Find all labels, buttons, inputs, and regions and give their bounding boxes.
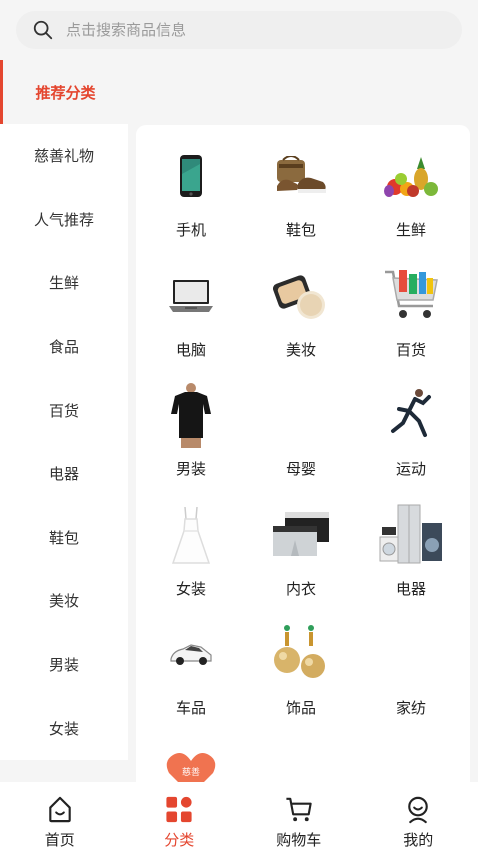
cosmetics-image <box>268 263 334 329</box>
category-computer[interactable]: 电脑 <box>136 263 246 383</box>
category-accessories[interactable]: 饰品 <box>246 621 356 741</box>
sidebar-item-food[interactable]: 食品 <box>0 314 128 379</box>
tab-cart[interactable]: 购物车 <box>239 782 359 850</box>
car-image <box>158 621 224 687</box>
bottom-tab-bar: 首页 分类 购物车 我的 <box>0 782 478 850</box>
appliances-image <box>378 502 444 568</box>
charity-heart-image: 慈善 <box>158 741 224 782</box>
dress-image <box>158 502 224 568</box>
home-textiles-image <box>378 621 444 687</box>
sidebar-item-charity-gifts[interactable]: 慈善礼物 <box>0 124 128 188</box>
category-mother-baby[interactable]: 母婴 <box>246 382 356 502</box>
sidebar-item-womenswear[interactable]: 女装 <box>0 696 128 760</box>
earrings-image <box>268 621 334 687</box>
category-charity[interactable]: 慈善 <box>136 741 246 782</box>
tab-category[interactable]: 分类 <box>120 782 240 850</box>
sidebar-item-fresh[interactable]: 生鲜 <box>0 251 128 315</box>
phone-image <box>158 143 224 209</box>
sidebar-item-recommended[interactable]: 推荐分类 <box>0 60 128 124</box>
sidebar-item-shoes-bags[interactable]: 鞋包 <box>0 505 128 570</box>
mother-baby-image <box>268 382 334 448</box>
sidebar-item-menswear[interactable]: 男装 <box>0 632 128 697</box>
category-grid-panel: 手机 鞋包 生鲜 电脑 美妆 百货 男装 母婴 运动 女装 内衣 电器 车品 饰… <box>136 125 470 782</box>
category-shoes-bags[interactable]: 鞋包 <box>246 143 356 263</box>
search-input[interactable] <box>66 21 426 39</box>
sidebar-item-beauty[interactable]: 美妆 <box>0 569 128 633</box>
category-menswear[interactable]: 男装 <box>136 382 246 502</box>
category-womenswear[interactable]: 女装 <box>136 502 246 622</box>
category-sports[interactable]: 运动 <box>356 382 466 502</box>
sidebar-item-general[interactable]: 百货 <box>0 378 128 442</box>
sidebar-item-appliances[interactable]: 电器 <box>0 441 128 506</box>
category-fresh[interactable]: 生鲜 <box>356 143 466 263</box>
category-sidebar: 推荐分类 慈善礼物 人气推荐 生鲜 食品 百货 电器 鞋包 美妆 男装 女装 <box>0 60 128 782</box>
tab-home[interactable]: 首页 <box>0 782 120 850</box>
search-icon <box>33 20 53 40</box>
category-icon <box>166 796 192 823</box>
fruit-image <box>378 143 444 209</box>
sidebar-item-popular[interactable]: 人气推荐 <box>0 187 128 252</box>
laptop-image <box>158 263 224 329</box>
category-car-products[interactable]: 车品 <box>136 621 246 741</box>
category-beauty[interactable]: 美妆 <box>246 263 356 383</box>
shopping-cart-image <box>378 263 444 329</box>
category-appliances[interactable]: 电器 <box>356 502 466 622</box>
category-underwear[interactable]: 内衣 <box>246 502 356 622</box>
search-bar[interactable] <box>16 11 462 49</box>
underwear-image <box>268 502 334 568</box>
svg-text:慈善: 慈善 <box>182 766 200 778</box>
tshirt-image <box>158 382 224 449</box>
home-icon <box>48 796 71 823</box>
runner-image <box>378 382 444 448</box>
category-home-textiles[interactable]: 家纺 <box>356 621 466 741</box>
category-general[interactable]: 百货 <box>356 263 466 383</box>
cart-icon <box>286 797 312 822</box>
shoes-bag-image <box>268 143 334 209</box>
profile-icon <box>408 796 429 824</box>
category-phone[interactable]: 手机 <box>136 143 246 263</box>
tab-profile[interactable]: 我的 <box>359 782 478 850</box>
